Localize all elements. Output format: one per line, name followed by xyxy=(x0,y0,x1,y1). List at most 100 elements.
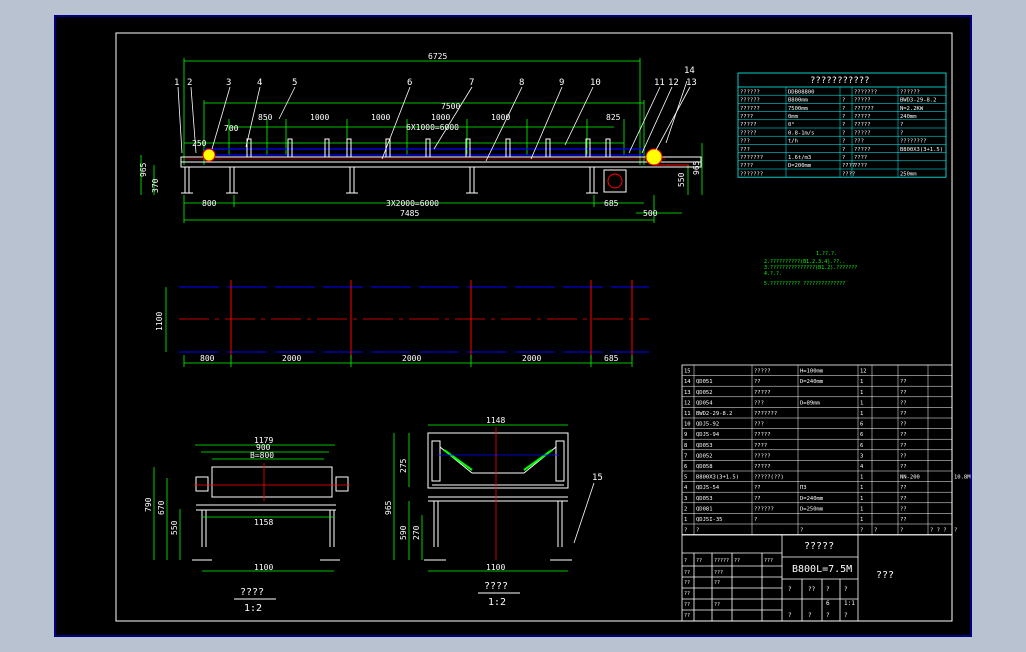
callout-12: 12 xyxy=(668,78,679,88)
title-block-model: B800L=7.5M xyxy=(792,564,852,575)
parts-cell: 1 xyxy=(860,390,863,396)
callout-10: 10 xyxy=(590,78,601,88)
dim-7500: 7500 xyxy=(441,102,460,111)
parts-cell: ?? xyxy=(900,443,907,449)
params-cell: B800mm xyxy=(788,98,809,104)
params-cell: ???? xyxy=(854,163,867,169)
dim-1000-b: 1000 xyxy=(371,113,390,122)
end-b-dim-275: 275 xyxy=(399,458,408,473)
title-block-company: ??? xyxy=(876,570,894,581)
title-block-cell: ?? xyxy=(684,602,690,608)
parts-cell: 9 xyxy=(684,432,687,438)
params-cell: 1.6t/m3 xyxy=(788,155,811,161)
params-cell: ? xyxy=(842,106,845,112)
parts-cell: ?? xyxy=(900,464,907,470)
end-a-dim-b800: B=800 xyxy=(250,451,274,460)
parts-cell: 10 xyxy=(684,422,691,428)
dim-3x2000: 3X2000=6000 xyxy=(386,199,439,208)
parts-cell: 3 xyxy=(860,453,863,459)
cad-drawing-viewport[interactable]: 6725 7500 6X1000=6000 250 700 850 1000 1… xyxy=(54,15,972,637)
params-cell: ?????? xyxy=(740,89,760,95)
parts-cell: 1 xyxy=(860,475,863,481)
plan-dim-2000-c: 2000 xyxy=(522,354,541,363)
parts-cell: 6 xyxy=(684,464,687,470)
title-block-cell: ??? xyxy=(764,558,773,564)
title-block-cell: ?? xyxy=(684,591,690,597)
parts-cell: 1 xyxy=(860,485,863,491)
params-cell: ? xyxy=(900,130,903,136)
parts-cell: ? xyxy=(900,528,903,534)
parts-cell: H=100mm xyxy=(800,369,824,375)
callout-6: 6 xyxy=(407,78,412,88)
title-block-cell: ??? xyxy=(714,570,723,576)
title-block-cell: ?? xyxy=(714,602,720,608)
params-cell: 0mm xyxy=(788,114,799,120)
parts-cell: ? xyxy=(874,528,877,534)
parts-cell: QD053 xyxy=(696,496,713,502)
params-cell: B800X3(3+1.5) xyxy=(900,147,943,153)
parts-cell: 6 xyxy=(860,422,863,428)
parts-cell: 1 xyxy=(860,411,863,417)
note-4: 4.?.?. xyxy=(764,271,782,277)
end-b-dim-965: 965 xyxy=(384,500,393,515)
title-block-cell: ?? xyxy=(684,570,690,576)
parts-cell: QD051 xyxy=(696,379,713,385)
plan-dim-1100: 1100 xyxy=(155,312,164,331)
parts-cell: ??? xyxy=(754,400,764,406)
parts-cell: ???? xyxy=(754,443,767,449)
parts-cell: 12 xyxy=(684,400,691,406)
params-cell: ? xyxy=(842,139,845,145)
dim-965-right: 965 xyxy=(692,160,701,175)
parts-cell: ????? xyxy=(754,464,771,470)
callout-14: 14 xyxy=(684,66,695,76)
params-cell: ??????? xyxy=(740,171,763,177)
title-block-cell: ?? xyxy=(684,613,690,619)
parts-cell: ?? xyxy=(900,453,907,459)
parts-cell: B800X3(3+1.5) xyxy=(696,475,739,481)
parts-cell: 12 xyxy=(860,369,867,375)
title-block-name: ????? xyxy=(804,541,834,552)
end-b-title: ???? xyxy=(484,581,508,592)
callout-7: 7 xyxy=(469,78,474,88)
title-block-cell: ? xyxy=(844,586,848,593)
end-view-b: 1148 275 965 590 270 1100 15 ???? 1:2 xyxy=(384,416,603,608)
parts-cell: ?? xyxy=(900,422,907,428)
callout-4: 4 xyxy=(257,78,262,88)
params-cell: D=200mm xyxy=(788,163,812,169)
tail-pulley xyxy=(202,148,216,162)
params-cell: ? xyxy=(842,147,845,153)
parts-cell: D=250mm xyxy=(800,506,824,512)
dim-850: 850 xyxy=(258,113,273,122)
parts-cell: ?? xyxy=(754,496,761,502)
parts-cell: ?? xyxy=(900,506,907,512)
title-block-cell: ?? xyxy=(696,558,702,564)
parts-cell: D=240mm xyxy=(800,379,824,385)
callout-8: 8 xyxy=(519,78,524,88)
title-block-cell: 1:1 xyxy=(844,600,855,607)
parts-cell: ????? xyxy=(754,390,771,396)
plan-dim-685: 685 xyxy=(604,354,619,363)
parts-cell: ?? xyxy=(754,485,761,491)
params-cell: ? xyxy=(900,122,903,128)
title-block-cell: ? xyxy=(788,586,792,593)
parts-cell: QD052 xyxy=(696,390,713,396)
parts-cell: ?? xyxy=(754,379,761,385)
dim-250: 250 xyxy=(192,139,207,148)
parts-cell: 4 xyxy=(860,464,864,470)
params-cell: t/h xyxy=(788,139,798,145)
parts-cell: 1 xyxy=(860,400,863,406)
title-block-cell: ?? xyxy=(684,580,690,586)
params-cell: 0° xyxy=(788,122,795,128)
parts-cell: 6 xyxy=(860,432,863,438)
params-cell: 7500mm xyxy=(788,106,809,112)
params-cell: ????? xyxy=(740,130,757,136)
parts-cell: ? xyxy=(696,528,699,534)
parts-cell: ?? xyxy=(900,432,907,438)
parts-cell: BWD2-29-8.2 xyxy=(696,411,732,417)
parts-cell: 5 xyxy=(684,475,687,481)
parts-cell: 6 xyxy=(860,443,863,449)
title-block-cell: ? xyxy=(826,612,830,619)
params-cell: N=2.2KW xyxy=(900,106,924,112)
parts-cell: ??????? xyxy=(754,411,777,417)
parts-cell: 3 xyxy=(684,496,687,502)
